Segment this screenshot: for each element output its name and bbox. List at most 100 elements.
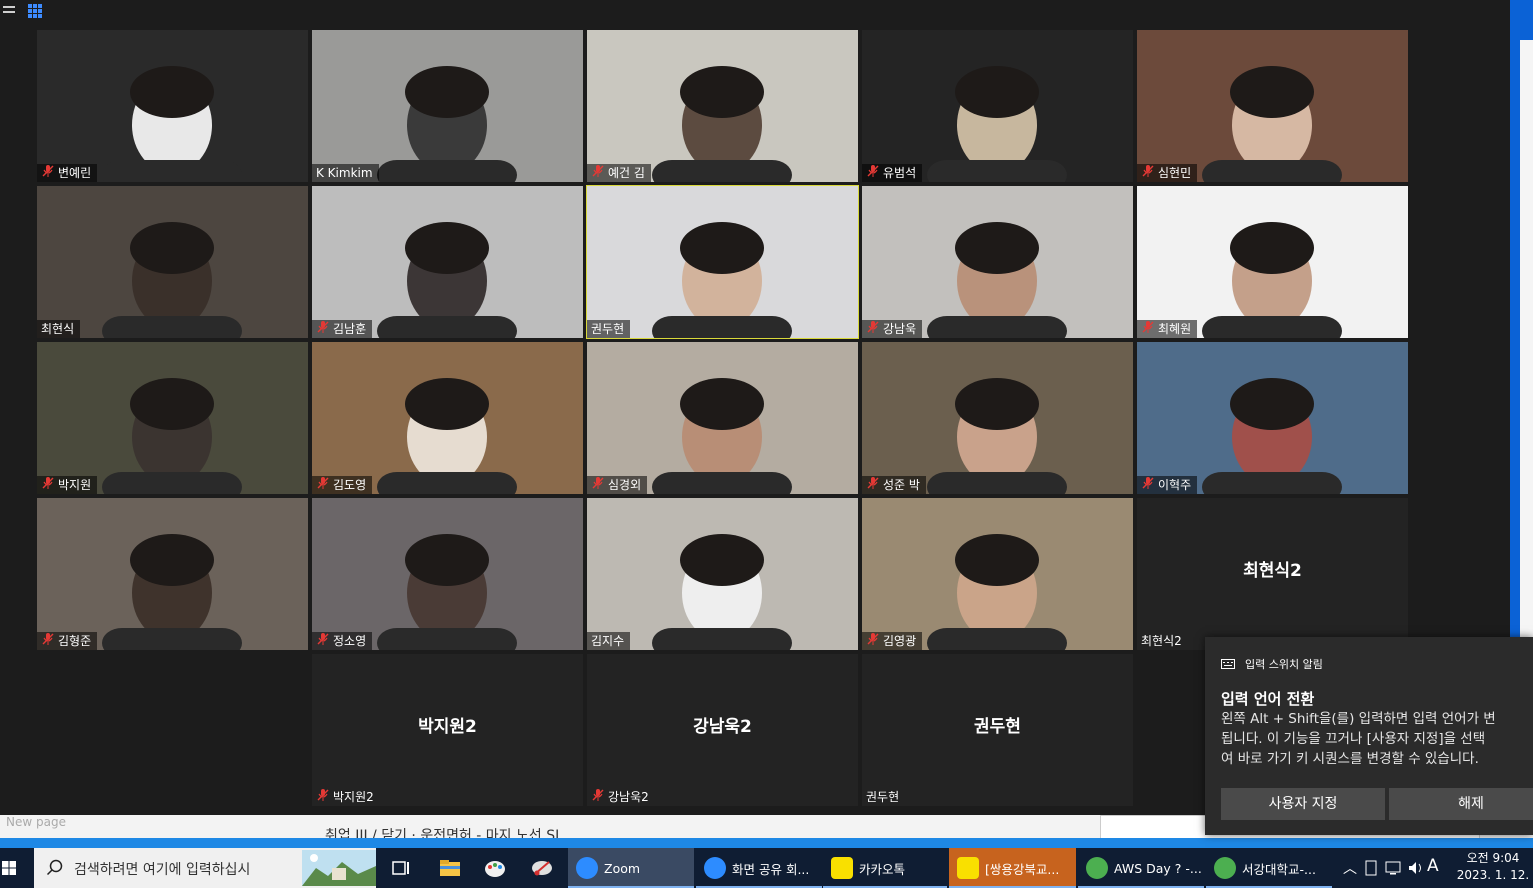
microphone-muted-icon [591, 476, 605, 495]
microphone-muted-icon [316, 788, 330, 807]
microphone-muted-icon [591, 164, 605, 183]
participant-tile[interactable]: 박지원 [37, 342, 308, 494]
file-explorer-icon[interactable] [438, 856, 462, 880]
participant-name: 김형준 [58, 634, 92, 648]
participant-name: 김도영 [333, 478, 367, 492]
participant-video [312, 342, 583, 494]
network-icon[interactable] [1385, 860, 1403, 876]
search-highlight-image [302, 850, 376, 886]
participant-name-bar: K Kimkim [312, 164, 379, 182]
participant-center-name: 권두현 [974, 717, 1021, 737]
menu-icon[interactable] [2, 3, 18, 19]
participant-center-name: 박지원2 [418, 717, 477, 737]
keyboard-icon [1221, 659, 1235, 669]
windows-start-icon[interactable] [0, 848, 34, 888]
participant-tile[interactable]: 심현민 [1137, 30, 1408, 182]
microphone-muted-icon [41, 164, 55, 183]
chevron-up-icon[interactable]: ︿ [1343, 858, 1357, 878]
search-placeholder: 검색하려면 여기에 입력하십시 [74, 862, 251, 878]
taskbar-app-button[interactable]: 화면 공유 회... [696, 848, 822, 888]
participant-video [1137, 342, 1408, 494]
taskbar: 검색하려면 여기에 입력하십시 Zoom 화면 공유 회... 카카오톡 [쌍용강북교… [0, 848, 1533, 888]
participant-tile[interactable]: 이혁주 [1137, 342, 1408, 494]
participant-name-bar: 강남욱 [862, 320, 923, 338]
participant-name-bar: 이혁주 [1137, 476, 1198, 494]
desktop: New page 취업 III / 닫기 · 운전면허 - 마지 노선 SL 변… [0, 0, 1533, 888]
participant-tile[interactable]: 성준 박 [862, 342, 1133, 494]
participant-tile[interactable]: 유범석 [862, 30, 1133, 182]
participant-name-bar: 심현민 [1137, 164, 1198, 182]
participant-video [312, 498, 583, 650]
participant-name-bar: 심경외 [587, 476, 648, 495]
kakaotalk-icon [957, 857, 979, 879]
zoom-icon [576, 857, 598, 879]
gallery-view-icon[interactable] [27, 3, 43, 19]
search-icon [46, 859, 63, 876]
participant-tile[interactable]: 예건 김 [587, 30, 858, 182]
participant-video [37, 342, 308, 494]
participant-name: 김영광 [883, 634, 917, 648]
background-old-text: New page [6, 815, 66, 829]
participant-name: 심현민 [1158, 166, 1192, 180]
participant-tile[interactable]: 김도영 [312, 342, 583, 494]
participant-tile[interactable]: 김지수 [587, 498, 858, 650]
participant-video [37, 498, 308, 650]
participant-video [862, 498, 1133, 650]
participant-name: 이혁주 [1158, 478, 1192, 492]
zoom-topbar [0, 0, 1510, 24]
microphone-muted-icon [591, 788, 605, 807]
participant-center-name: 강남욱2 [693, 717, 752, 737]
participant-tile[interactable]: 정소영 [312, 498, 583, 650]
dismiss-button[interactable]: 해제 [1389, 788, 1533, 820]
snipping-tool-icon[interactable] [530, 856, 554, 880]
participant-tile[interactable]: 김남훈 [312, 186, 583, 338]
participant-name: 김남훈 [333, 322, 367, 336]
participant-name: 유범석 [883, 166, 917, 180]
clock[interactable]: 오전 9:04 2023. 1. 12. [1453, 850, 1533, 884]
participant-tile[interactable]: K Kimkim [312, 30, 583, 182]
taskbar-app-label: [쌍용강북교... [985, 861, 1060, 877]
participant-name: 최현식2 [1141, 634, 1182, 648]
tablet-icon[interactable] [1364, 860, 1378, 876]
taskbar-app-button[interactable]: 서강대학교-... [1206, 848, 1332, 888]
participant-tile[interactable]: 권두현 권두현 [862, 654, 1133, 806]
participant-name: 심경외 [608, 478, 642, 492]
participant-tile[interactable]: 최혜원 [1137, 186, 1408, 338]
participant-name-bar: 김지수 [587, 632, 631, 650]
zoom-icon [704, 857, 726, 879]
ime-indicator[interactable]: A [1427, 856, 1439, 876]
taskbar-app-label: Zoom [604, 860, 641, 876]
taskbar-app-button[interactable]: Zoom [568, 848, 694, 888]
participant-tile[interactable]: 강남욱 [862, 186, 1133, 338]
taskbar-app-label: 화면 공유 회... [732, 861, 810, 877]
notification-title: 입력 언어 전환 [1221, 690, 1315, 708]
participant-name-bar: 강남욱2 [587, 788, 655, 806]
taskbar-app-button[interactable]: 카카오톡 [823, 848, 947, 888]
participant-tile[interactable]: 심경외 [587, 342, 858, 494]
chrome-icon [1214, 857, 1236, 879]
participant-tile[interactable]: 김형준 [37, 498, 308, 650]
participant-tile[interactable]: 박지원2 박지원2 [312, 654, 583, 806]
microphone-muted-icon [866, 164, 880, 183]
customize-button[interactable]: 사용자 지정 [1221, 788, 1385, 820]
participant-name-bar: 권두현 [862, 788, 905, 806]
taskbar-app-button[interactable]: AWS Day ? -... [1078, 848, 1204, 888]
participant-name-bar: 예건 김 [587, 164, 651, 182]
participant-video [862, 342, 1133, 494]
participant-name-bar: 최혜원 [1137, 320, 1198, 338]
volume-icon[interactable] [1408, 860, 1426, 876]
participant-tile[interactable]: 김영광 [862, 498, 1133, 650]
participant-name-bar: 김형준 [37, 632, 98, 651]
participant-tile[interactable]: 강남욱2 강남욱2 [587, 654, 858, 806]
taskbar-app-button[interactable]: [쌍용강북교... [949, 848, 1076, 888]
participant-tile[interactable]: 최현식2 최현식2 [1137, 498, 1408, 650]
participant-name-bar: 유범석 [862, 164, 923, 183]
participant-tile[interactable]: 변예린 [37, 30, 308, 182]
microphone-muted-icon [41, 632, 55, 651]
participant-video [587, 30, 858, 182]
paint-icon[interactable] [483, 856, 507, 880]
task-view-icon[interactable] [389, 856, 413, 880]
taskbar-search-box[interactable]: 검색하려면 여기에 입력하십시 [34, 848, 376, 888]
participant-tile[interactable]: 최현식 [37, 186, 308, 338]
participant-tile[interactable]: 권두현 [586, 185, 859, 339]
